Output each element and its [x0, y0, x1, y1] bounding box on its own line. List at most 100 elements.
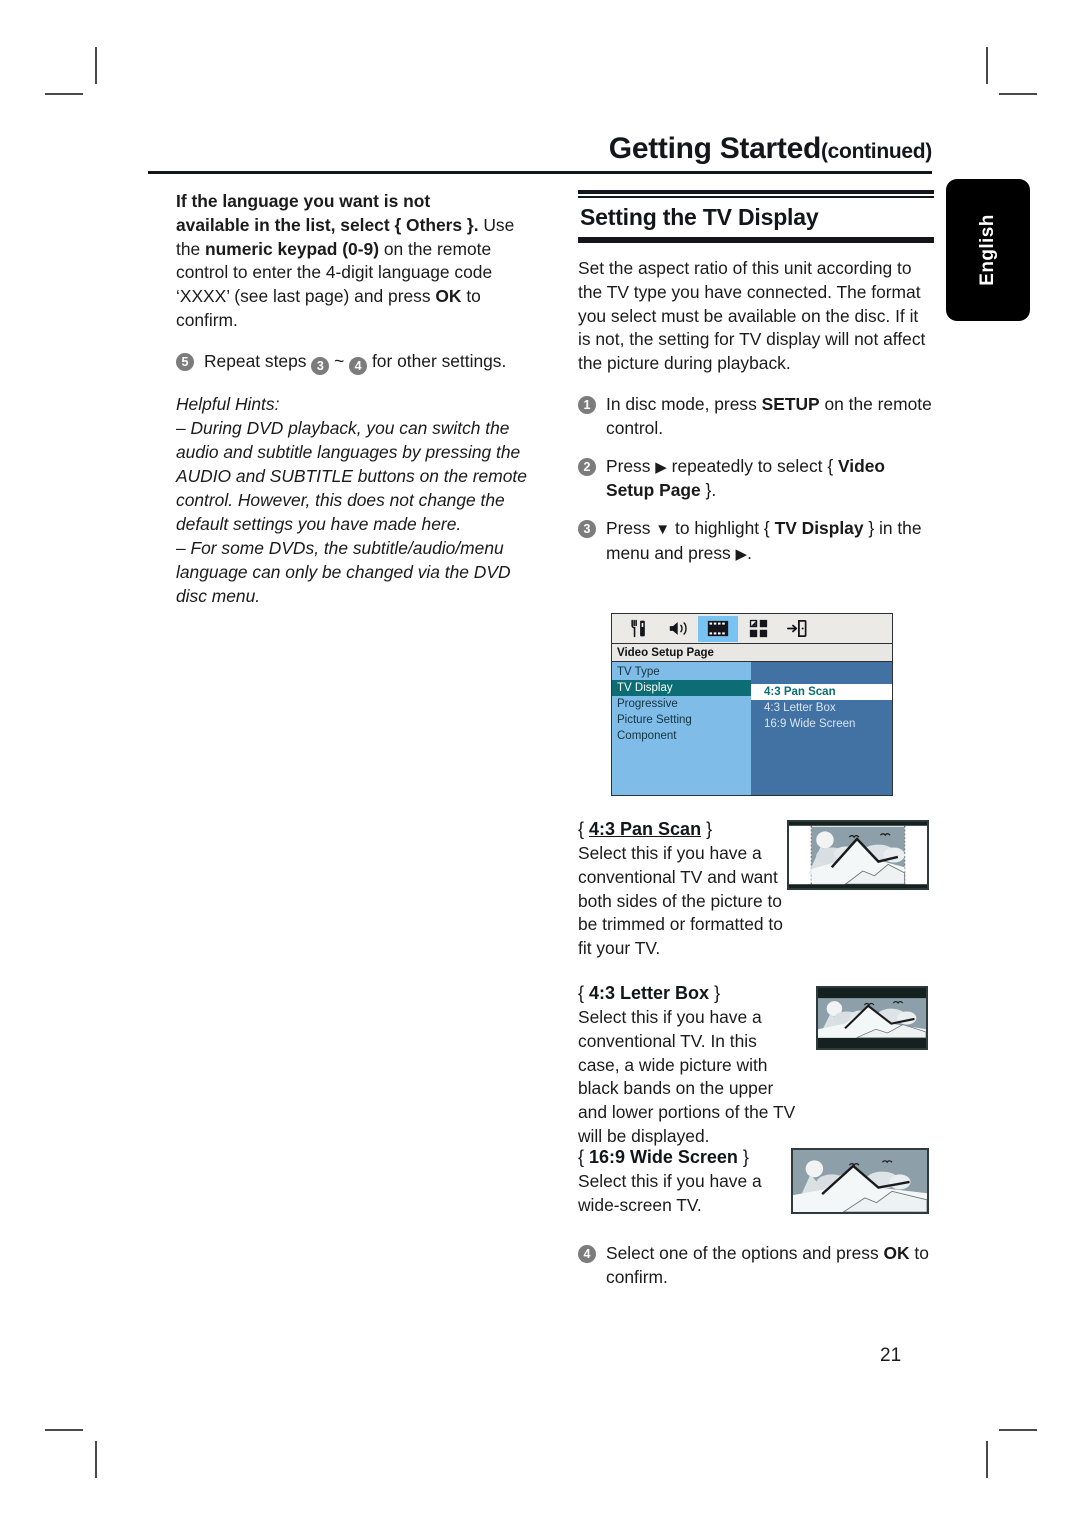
step-2-text: Press ▶ repeatedly to select { Video Set… [606, 456, 885, 501]
section-title: Setting the TV Display [580, 204, 819, 230]
crop-mark-bottom-right-vertical [986, 1441, 988, 1478]
language-tab: English [946, 179, 1030, 321]
section-intro: Set the aspect ratio of this unit accord… [578, 258, 926, 374]
crop-mark-top-right-vertical [986, 47, 988, 84]
section-rule-bottom-thick [578, 239, 934, 243]
osd-menu-list: TV Type TV Display Progressive Picture Sett… [612, 662, 751, 795]
step-5-ref-3: 3 [311, 356, 330, 375]
right-arrow: ▶ [735, 545, 748, 563]
general-setup-icon[interactable] [618, 616, 658, 642]
step-3-part-2: to highlight { [670, 518, 775, 539]
osd-option-4-3-letter-box[interactable]: 4:3 Letter Box [751, 700, 892, 716]
step-5: 5 Repeat steps 3 ~ 4 for other settings. [176, 350, 532, 375]
exit-setup-icon[interactable] [778, 616, 818, 642]
right-arrow: ▶ [655, 458, 667, 476]
step-5-ref-4: 4 [349, 356, 368, 375]
osd-menu-item-tv-type[interactable]: TV Type [612, 664, 751, 680]
step-5-number: 5 [176, 352, 194, 371]
step-4-part-0: Select one of the options and press [606, 1243, 884, 1263]
preference-setup-icon[interactable] [738, 616, 778, 642]
osd-menu-item-progressive[interactable]: Progressive [612, 696, 751, 712]
step-3: 3 Press ▼ to highlight { TV Display } in … [578, 517, 934, 567]
osd-panes: TV Type TV Display Progressive Picture Sett… [612, 662, 892, 795]
step-2-part-4: }. [700, 480, 717, 501]
brace-open: { [578, 819, 590, 839]
osd-menu-item-picture-setting[interactable]: Picture Setting [612, 712, 751, 728]
helpful-hints: Helpful Hints: – During DVD playback, yo… [176, 392, 532, 608]
page-title-main: Getting Started [608, 132, 821, 165]
option-name-wide-screen: 16:9 Wide Screen [589, 1147, 738, 1167]
brace-close: } [701, 819, 713, 839]
page-header: Getting Started(continued) [148, 133, 932, 174]
page-title-continued: (continued) [820, 140, 932, 163]
brace-open: { [578, 1147, 590, 1167]
step-4-text: Select one of the options and press OK t… [606, 1243, 929, 1287]
crop-mark-top-right-horizontal [999, 93, 1037, 95]
steps-list: 1 In disc mode, press SETUP on the remote… [578, 393, 934, 567]
brace-close: } [709, 983, 721, 1003]
helpful-hint-1: – During DVD playback, you can switch th… [176, 417, 527, 534]
brace-open: { [578, 983, 590, 1003]
osd-menu-item-component[interactable]: Component [612, 728, 751, 744]
step-4-number: 4 [578, 1245, 596, 1263]
step-1-text: In disc mode, press SETUP on the remote … [606, 394, 932, 438]
crop-mark-bottom-left-horizontal [45, 1429, 83, 1431]
right-column: Setting the TV Display Set the aspect ra… [578, 190, 934, 581]
step-1-part-1: SETUP [761, 393, 820, 414]
option-body-wide-screen: Select this if you have a wide-screen TV… [578, 1171, 762, 1215]
language-note: If the language you want is not availabl… [176, 190, 532, 333]
page-title: Getting Started(continued) [148, 132, 933, 165]
step-1-number: 1 [578, 395, 596, 414]
osd-options-list: 4:3 Pan Scan 4:3 Letter Box 16:9 Wide Scre… [751, 662, 892, 795]
step-2-number: 2 [578, 457, 596, 476]
manual-page: Getting Started(continued) English If th… [0, 0, 1080, 1524]
brace-close: } [737, 1147, 749, 1167]
step-3-number: 3 [578, 520, 596, 539]
pan-scan-thumbnail [787, 820, 929, 890]
osd-icon-bar [612, 614, 892, 644]
crop-mark-top-left-vertical [95, 47, 97, 84]
step-2-part-0: Press [606, 455, 656, 476]
step-3-text: Press ▼ to highlight { TV Display } in t… [606, 518, 922, 563]
language-note-keypad: numeric keypad (0-9) [205, 238, 379, 259]
letter-box-thumbnail [816, 986, 928, 1050]
step-5-tilde: ~ [329, 350, 350, 371]
crop-mark-bottom-right-horizontal [999, 1429, 1037, 1431]
step-1-part-0: In disc mode, press [606, 393, 762, 414]
step-5-text-a: Repeat steps [204, 350, 312, 371]
step-2-part-2: repeatedly to select { [666, 455, 838, 476]
osd-option-16-9-wide-screen[interactable]: 16:9 Wide Screen [751, 716, 892, 732]
step-1: 1 In disc mode, press SETUP on the remote… [578, 393, 934, 441]
language-note-bold-2: available in the list, select { Others }… [176, 214, 479, 235]
language-note-ok: OK [435, 286, 462, 307]
option-name-letter-box: 4:3 Letter Box [589, 983, 710, 1003]
option-body-letter-box: Select this if you have a conventional T… [578, 1007, 796, 1146]
page-number: 21 [880, 1345, 902, 1366]
step-4-final: 4 Select one of the options and press OK… [578, 1242, 966, 1290]
step-4-part-1: OK [883, 1243, 910, 1263]
helpful-hints-title: Helpful Hints: [176, 393, 280, 414]
helpful-hint-2: – For some DVDs, the subtitle/audio/menu… [176, 537, 511, 606]
left-column: If the language you want is not availabl… [176, 190, 532, 608]
section-heading: Setting the TV Display [578, 190, 934, 243]
header-rule [148, 170, 932, 174]
step-3-part-3: TV Display [774, 518, 864, 539]
language-tab-label: English [977, 214, 998, 286]
video-setup-icon[interactable] [698, 615, 738, 642]
osd-option-4-3-pan-scan[interactable]: 4:3 Pan Scan [751, 684, 892, 700]
step-2: 2 Press ▶ repeatedly to select { Video Se… [578, 455, 934, 504]
osd-menu-screenshot: Video Setup Page TV Type TV Display Progre… [611, 613, 893, 796]
crop-mark-top-left-horizontal [45, 93, 83, 95]
option-name-pan-scan: 4:3 Pan Scan [589, 819, 702, 839]
language-note-bold-1: If the language you want is not [176, 191, 431, 211]
osd-page-title: Video Setup Page [612, 644, 892, 662]
wide-screen-thumbnail [791, 1148, 929, 1214]
step-5-text-b: for other settings. [367, 350, 507, 371]
option-body-pan-scan: Select this if you have a conventional T… [578, 843, 783, 959]
step-3-part-6: . [747, 542, 752, 563]
crop-mark-bottom-left-vertical [95, 1441, 97, 1478]
osd-menu-item-tv-display[interactable]: TV Display [612, 680, 751, 696]
step-3-part-0: Press [606, 518, 656, 539]
audio-setup-icon[interactable] [658, 616, 698, 642]
down-arrow: ▼ [655, 521, 671, 539]
